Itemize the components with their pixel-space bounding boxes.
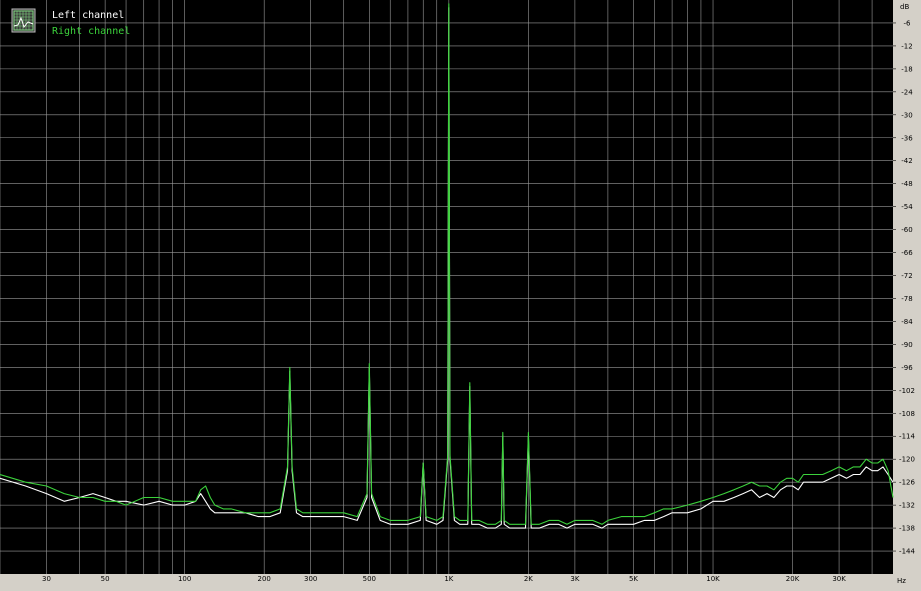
- y-tick-label: -72: [901, 272, 912, 280]
- y-tick-label: -96: [901, 364, 913, 372]
- y-tick-label: -138: [899, 525, 915, 533]
- y-tick-label: -84: [901, 318, 913, 326]
- y-tick-label: -120: [899, 456, 915, 464]
- y-tick-label: -108: [899, 410, 915, 418]
- x-tick-label: 20K: [786, 575, 800, 583]
- x-tick-label: 50: [101, 575, 110, 583]
- y-tick-label: -78: [901, 295, 912, 303]
- grid-chart-icon[interactable]: [11, 8, 36, 33]
- x-tick-label: 200: [257, 575, 270, 583]
- y-tick-label: -114: [899, 433, 915, 441]
- y-tick-label: -126: [899, 479, 915, 487]
- x-tick-label: 1K: [444, 575, 453, 583]
- y-tick-label: -60: [901, 226, 912, 234]
- x-tick-label: 100: [178, 575, 191, 583]
- x-tick-label: 30: [42, 575, 51, 583]
- legend-left-channel: Left channel: [52, 10, 124, 21]
- y-tick-label: -54: [901, 203, 913, 211]
- x-tick-label: 30K: [832, 575, 846, 583]
- y-tick-label: -132: [899, 502, 915, 510]
- spectrum-chart: -6 -12 -18 -24 -30 -36 -42 -48 -54 -60 -66 -72 -78 -8…: [0, 0, 921, 591]
- y-tick-label: -18: [901, 65, 912, 73]
- y-tick-label: -30: [901, 111, 912, 119]
- y-tick-label: -6: [904, 19, 912, 27]
- x-tick-label: 5K: [629, 575, 638, 583]
- x-tick-label: 10K: [706, 575, 720, 583]
- y-unit-label: dB: [900, 3, 909, 11]
- x-tick-label: 300: [304, 575, 317, 583]
- y-tick-label: -102: [899, 387, 915, 395]
- x-tick-label: 500: [363, 575, 376, 583]
- y-tick-label: -66: [901, 249, 913, 257]
- x-tick-label: 3K: [570, 575, 579, 583]
- y-tick-label: -24: [901, 88, 913, 96]
- legend-right-channel: Right channel: [52, 26, 130, 37]
- y-tick-label: -144: [899, 548, 915, 556]
- y-tick-label: -36: [901, 134, 913, 142]
- plot-area: [0, 0, 893, 574]
- y-tick-label: -48: [901, 180, 912, 188]
- x-unit-label: Hz: [897, 577, 906, 585]
- x-tick-label: 2K: [524, 575, 533, 583]
- y-tick-label: -42: [901, 157, 912, 165]
- y-tick-label: -12: [901, 42, 912, 50]
- y-tick-label: -90: [901, 341, 912, 349]
